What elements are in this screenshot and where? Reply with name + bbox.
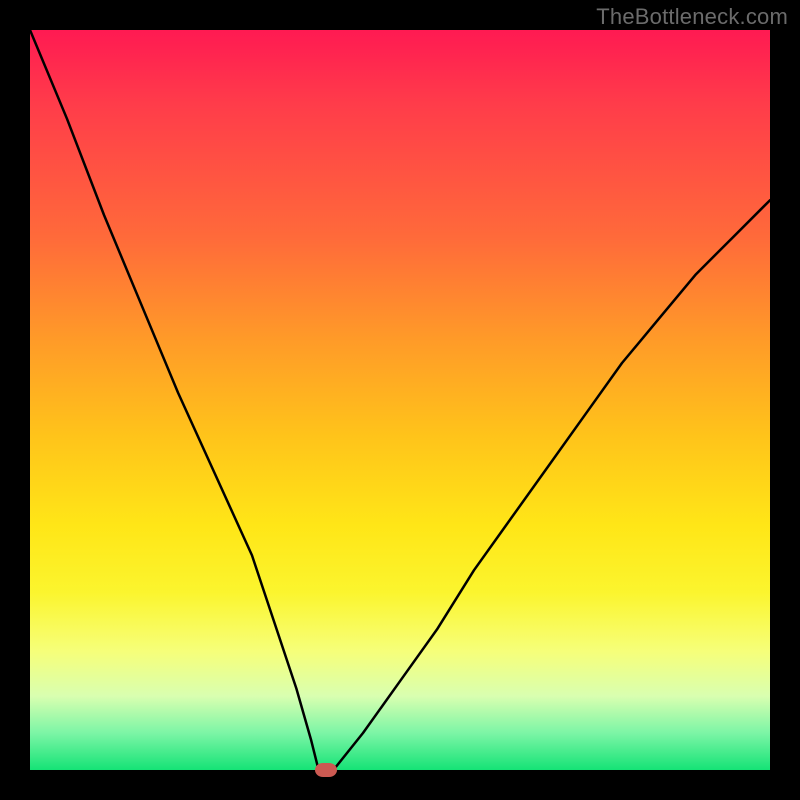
optimum-marker xyxy=(315,763,337,777)
watermark-text: TheBottleneck.com xyxy=(596,4,788,30)
bottleneck-curve xyxy=(30,30,770,770)
curve-path xyxy=(30,30,770,770)
plot-area xyxy=(30,30,770,770)
chart-frame: TheBottleneck.com xyxy=(0,0,800,800)
